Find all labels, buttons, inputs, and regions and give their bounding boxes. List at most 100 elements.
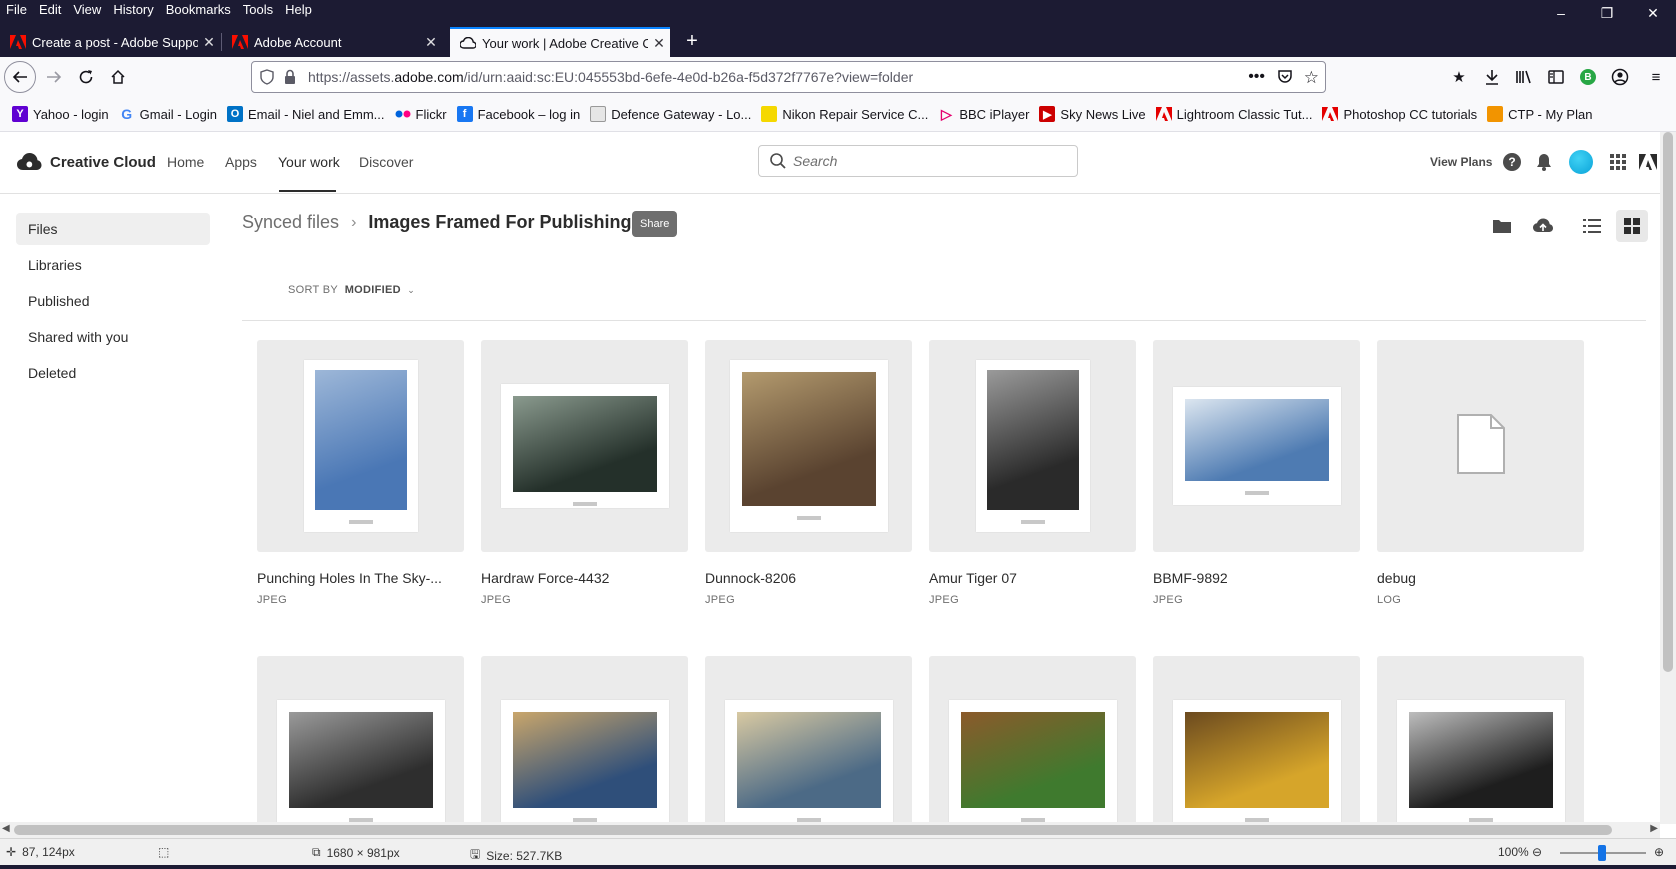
file-thumbnail[interactable] [481,340,688,552]
menu-file[interactable]: File [0,0,33,20]
nav-your-work[interactable]: Your work [278,154,340,170]
bookmark-star-icon[interactable]: ☆ [1304,68,1319,88]
sidebar-item-deleted[interactable]: Deleted [16,357,210,389]
menu-bookmarks[interactable]: Bookmarks [160,0,237,20]
adobe-icon [1155,106,1172,122]
upload-cloud-icon[interactable] [1531,214,1555,238]
minimize-icon[interactable]: – [1538,0,1584,26]
apps-grid-icon[interactable] [1608,152,1628,172]
file-thumbnail[interactable] [1377,340,1584,552]
nav-apps[interactable]: Apps [225,154,257,170]
scrollbar-thumb[interactable] [1663,132,1673,672]
sidebar-item-shared-with-you[interactable]: Shared with you [16,321,210,353]
library-icon[interactable] [1512,65,1536,89]
menu-history[interactable]: History [107,0,159,20]
close-window-icon[interactable]: ✕ [1630,0,1676,26]
search-input[interactable]: Search [758,145,1078,177]
avatar[interactable] [1568,149,1594,175]
bookmark-flickr[interactable]: Flickr [395,106,447,122]
sidebar-icon[interactable] [1544,65,1568,89]
nav-discover[interactable]: Discover [359,154,413,170]
grid-view-icon[interactable] [1616,210,1648,242]
shield-icon[interactable] [260,69,274,88]
menu-edit[interactable]: Edit [33,0,67,20]
bookmark-bbc-iplayer[interactable]: ▷ BBC iPlayer [938,106,1029,122]
zoom-in-icon[interactable]: ⊕ [1654,845,1664,859]
scroll-right-icon[interactable]: ▶ [1650,823,1658,834]
tab-adobe-support[interactable]: Create a post - Adobe Support ✕ [0,27,220,57]
scrollbar-thumb[interactable] [14,825,1612,835]
close-tab-icon[interactable]: ✕ [420,34,442,51]
sort-dropdown[interactable]: SORT BY MODIFIED ⌄ [288,284,415,296]
nav-home[interactable]: Home [167,154,204,170]
bookmark-lightroom[interactable]: Lightroom Classic Tut... [1155,106,1312,122]
bookmark-sky-news[interactable]: ▶ Sky News Live [1039,106,1146,122]
file-card[interactable]: Amur Tiger 07 JPEG [929,340,1136,606]
outlook-icon: O [226,106,243,122]
file-card[interactable]: Dunnock-8206 JPEG [705,340,912,606]
extension-b-icon[interactable]: B [1576,65,1600,89]
zoom-slider[interactable] [1560,845,1646,861]
forward-icon[interactable] [38,61,70,93]
bookmark-facebook[interactable]: f Facebook – log in [456,106,580,122]
menu-hamburger-icon[interactable]: ≡ [1644,65,1668,89]
close-tab-icon[interactable]: ✕ [198,34,220,51]
bookmark-ctp[interactable]: CTP - My Plan [1487,106,1592,122]
new-folder-icon[interactable] [1490,214,1514,238]
adobe-logo-icon[interactable] [1638,152,1658,172]
new-tab-icon[interactable]: + [680,27,704,57]
help-icon[interactable]: ? [1502,152,1522,172]
bookmark-nikon[interactable]: Nikon Repair Service C... [761,106,928,122]
yahoo-icon: Y [12,106,28,122]
sidebar-item-published[interactable]: Published [16,285,210,317]
menu-view[interactable]: View [67,0,107,20]
download-icon[interactable] [1480,65,1504,89]
list-view-icon[interactable] [1580,214,1604,238]
account-icon[interactable] [1608,65,1632,89]
horizontal-scrollbar[interactable]: ◀ ▶ [0,822,1660,838]
reload-icon[interactable] [70,61,102,93]
file-thumbnail[interactable] [1153,340,1360,552]
zoom-out-icon[interactable]: ⊖ [1532,845,1542,859]
address-bar[interactable]: https://assets.adobe.com/id/urn:aaid:sc:… [251,61,1326,93]
file-name[interactable]: Hardraw Force-4432 [481,570,688,586]
sidebar-item-files[interactable]: Files [16,213,210,245]
lock-icon[interactable] [284,69,296,88]
bookmark-defence-gateway[interactable]: Defence Gateway - Lo... [590,106,751,122]
sidebar-item-libraries[interactable]: Libraries [16,249,210,281]
vertical-scrollbar[interactable] [1660,132,1676,824]
page-actions-icon[interactable]: ••• [1248,68,1265,86]
file-card[interactable]: Punching Holes In The Sky-... JPEG [257,340,464,606]
file-name[interactable]: BBMF-9892 [1153,570,1360,586]
zoom-slider-handle[interactable] [1598,845,1606,861]
file-name[interactable]: Amur Tiger 07 [929,570,1136,586]
bookmark-yahoo[interactable]: Y Yahoo - login [12,106,109,122]
file-thumbnail[interactable] [257,340,464,552]
menu-help[interactable]: Help [279,0,318,20]
bookmark-gmail[interactable]: G Gmail - Login [119,106,217,122]
file-thumbnail[interactable] [705,340,912,552]
notifications-bell-icon[interactable] [1534,152,1554,172]
restore-icon[interactable]: ❐ [1584,0,1630,26]
view-plans-link[interactable]: View Plans [1430,155,1492,169]
home-icon[interactable] [102,61,134,93]
file-thumbnail[interactable] [929,340,1136,552]
file-name[interactable]: Dunnock-8206 [705,570,912,586]
file-card[interactable]: Hardraw Force-4432 JPEG [481,340,688,606]
pocket-icon[interactable] [1277,69,1293,88]
tab-adobe-account[interactable]: Adobe Account ✕ [222,27,442,57]
file-card[interactable]: debug LOG [1377,340,1584,606]
file-name[interactable]: debug [1377,570,1584,586]
bookmarks-menu-icon[interactable]: ★ [1447,65,1471,89]
menu-tools[interactable]: Tools [237,0,279,20]
creative-cloud-logo[interactable]: Creative Cloud [16,151,156,173]
bookmark-email[interactable]: O Email - Niel and Emm... [226,106,385,122]
tab-your-work[interactable]: Your work | Adobe Creative Clo ✕ [450,27,670,57]
breadcrumb-synced-files[interactable]: Synced files [242,212,339,233]
bookmark-photoshop[interactable]: Photoshop CC tutorials [1322,106,1477,122]
file-name[interactable]: Punching Holes In The Sky-... [257,570,464,586]
file-card[interactable]: BBMF-9892 JPEG [1153,340,1360,606]
close-tab-icon[interactable]: ✕ [648,35,670,52]
back-icon[interactable] [4,61,36,93]
scroll-left-icon[interactable]: ◀ [2,823,10,834]
